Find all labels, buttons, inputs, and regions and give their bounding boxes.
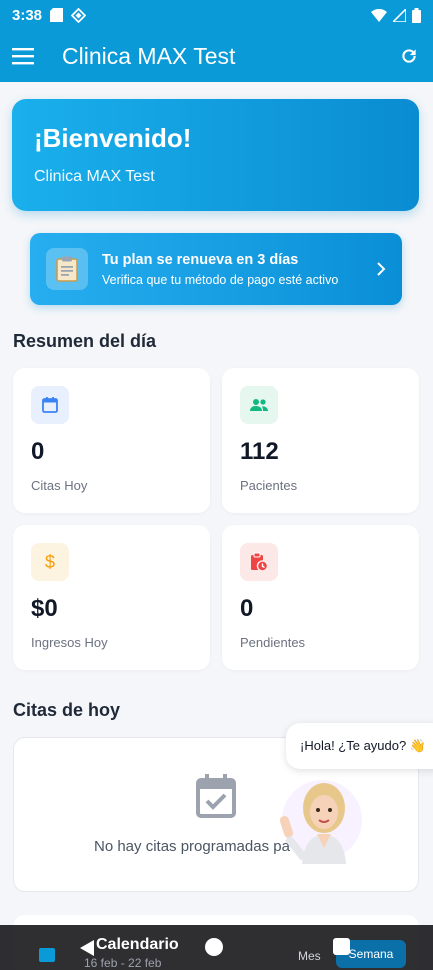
plan-renewal-banner[interactable]: Tu plan se renueva en 3 días Verifica qu…: [30, 233, 402, 305]
recents-nav-icon[interactable]: [333, 938, 350, 955]
assistant-greeting-bubble[interactable]: ¡Hola! ¿Te ayudo? 👋: [286, 723, 433, 769]
menu-icon[interactable]: [12, 47, 34, 65]
pendientes-value: 0: [240, 595, 254, 622]
calendar-title: Calendario: [96, 936, 179, 953]
summary-title: Resumen del día: [13, 331, 157, 351]
card-citas-hoy[interactable]: 0 Citas Hoy: [13, 368, 210, 513]
citas-hoy-value: 0: [31, 438, 45, 465]
pacientes-label: Pacientes: [240, 478, 298, 493]
dollar-icon: $: [31, 543, 69, 581]
calendar-icon: [31, 386, 69, 424]
app-title: Clinica MAX Test: [62, 42, 236, 69]
people-icon: [240, 386, 278, 424]
battery-icon: [412, 7, 421, 23]
ingresos-hoy-value: $0: [31, 595, 58, 622]
signal-icon: [393, 8, 406, 22]
sd-card-icon: [50, 8, 64, 22]
clipboard-clock-icon: [240, 543, 278, 581]
card-pacientes[interactable]: 112 Pacientes: [222, 368, 419, 513]
card-pendientes[interactable]: 0 Pendientes: [222, 525, 419, 670]
refresh-button[interactable]: [397, 44, 421, 68]
assistant-avatar[interactable]: [272, 772, 362, 864]
no-appointments-text: No hay citas programadas pa: [94, 838, 290, 855]
plan-title: Tu plan se renueva en 3 días: [102, 251, 299, 268]
welcome-heading: ¡Bienvenido!: [34, 123, 192, 153]
refresh-icon: [402, 49, 416, 63]
pendientes-label: Pendientes: [240, 635, 306, 650]
app-bar: Clinica MAX Test: [0, 30, 433, 82]
appointments-title: Citas de hoy: [13, 700, 121, 720]
clipboard-icon: [46, 248, 88, 290]
pacientes-value: 112: [240, 438, 279, 465]
vpn-diamond-icon: [71, 7, 87, 23]
citas-hoy-label: Citas Hoy: [31, 478, 88, 493]
wifi-icon: [371, 8, 387, 22]
calendar-range: 16 feb - 22 feb: [84, 956, 162, 970]
month-toggle[interactable]: Mes: [298, 949, 321, 963]
back-nav-icon[interactable]: [78, 939, 96, 957]
calendar-check-icon: [196, 774, 236, 818]
ingresos-hoy-label: Ingresos Hoy: [31, 635, 108, 650]
clinic-name: Clinica MAX Test: [34, 168, 155, 185]
card-ingresos-hoy[interactable]: $ $0 Ingresos Hoy: [13, 525, 210, 670]
plan-subtitle: Verifica que tu método de pago esté acti…: [102, 272, 339, 287]
calendar-mini-icon: [39, 948, 55, 962]
status-time: 3:38: [12, 6, 43, 24]
welcome-card: ¡Bienvenido! Clinica MAX Test: [12, 99, 419, 211]
chevron-right-icon: [377, 262, 386, 276]
system-nav-bar: Calendario 16 feb - 22 feb Mes Semana: [0, 925, 433, 970]
home-nav-icon[interactable]: [205, 938, 223, 956]
status-bar: 3:38: [0, 0, 433, 30]
